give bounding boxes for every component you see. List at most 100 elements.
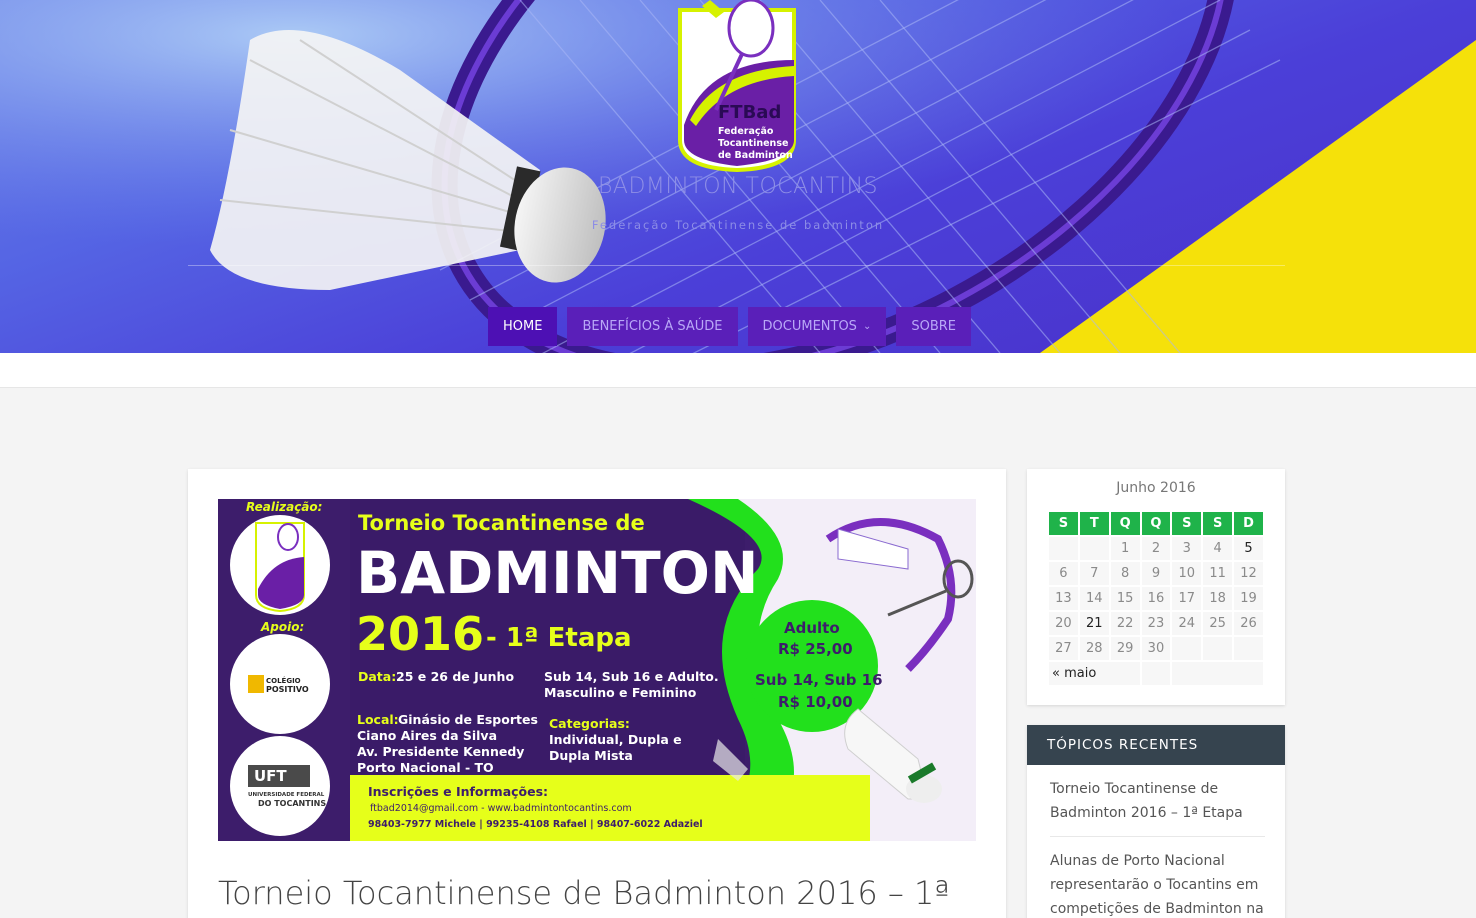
ftbad-logo[interactable]: FTBad Federação Tocantinense de Badminto… [676,0,798,172]
recent-posts-list: Torneio Tocantinense de Badminton 2016 –… [1050,777,1265,918]
calendar-day: 19 [1234,587,1263,610]
calendar-day: 26 [1234,612,1263,635]
site-tagline: Federação Tocantinense de badminton [591,218,885,232]
banner-contact-email: ftbad2014@gmail.com - www.badmintontocan… [370,803,632,814]
nav-item-beneficios[interactable]: BENEFÍCIOS À SAÚDE [567,307,738,346]
calendar-day: 13 [1049,587,1078,610]
calendar-day: 15 [1110,587,1140,610]
banner-local-4: Porto Nacional - TO [357,760,494,775]
banner-sponsor-uft-line1: UNIVERSIDADE FEDERAL [248,792,325,798]
calendar-empty-cell [1234,637,1263,660]
nav-item-label: HOME [503,319,543,334]
svg-text:Tocantinense: Tocantinense [718,138,788,149]
calendar-empty-cell [1172,637,1202,660]
banner-headline-1: Torneio Tocantinense de [358,511,645,535]
calendar-weekday: Q [1110,512,1140,535]
calendar-weekday: S [1049,512,1078,535]
calendar-day: 18 [1203,587,1233,610]
banner-sponsor-uft: UFT [254,767,287,785]
post-card: Realização: Apoio: COLÉGIO POSITIVO UFT … [188,469,1006,918]
calendar-weekday: S [1172,512,1202,535]
site-header: FTBad Federação Tocantinense de Badminto… [0,0,1476,353]
nav-item-documentos[interactable]: DOCUMENTOS ⌄ [747,307,887,346]
banner-headline-2: BADMINTON [356,539,759,607]
calendar-day: 7 [1079,562,1109,585]
calendar-day: 24 [1172,612,1202,635]
banner-headline-4: - 1ª Etapa [486,623,632,653]
calendar-table: STQQSSD 1 2 3 4 5 6 7 8 9 10 11 12 13 14 15 16 17 18 19 20 2… [1047,510,1265,687]
banner-price-adult-value: R$ 25,00 [778,640,853,658]
post-featured-image[interactable]: Realização: Apoio: COLÉGIO POSITIVO UFT … [218,499,976,841]
banner-categorias-1: Individual, Dupla e [549,732,682,747]
banner-categorias-label: Categorias: [549,716,630,731]
calendar-empty-cell [1203,637,1233,660]
calendar-prev-month-link[interactable]: « maio [1049,662,1140,685]
banner-apoio: Apoio: [261,620,305,634]
recent-post-link[interactable]: Alunas de Porto Nacional representarão o… [1050,849,1265,918]
calendar-day: 12 [1234,562,1263,585]
calendar-week-row: 27 28 29 30 [1049,637,1263,660]
banner-data-value: 25 e 26 de Junho [396,669,515,684]
banner-divisions-2: Masculino e Feminino [544,685,697,700]
calendar-weekday: Q [1141,512,1171,535]
banner-price-youth-label: Sub 14, Sub 16 [755,671,883,689]
calendar-weekday-row: STQQSSD [1049,512,1263,535]
banner-sponsor-uft-line2: DO TOCANTINS [258,799,327,808]
calendar-day: 4 [1203,537,1233,560]
calendar-weekday: T [1079,512,1109,535]
main-navigation: HOME BENEFÍCIOS À SAÚDE DOCUMENTOS ⌄ SOB… [488,307,971,346]
banner-local-3: Av. Presidente Kennedy [357,744,525,759]
calendar-nav-row: « maio [1049,662,1263,685]
calendar-day: 20 [1049,612,1078,635]
calendar-day: 25 [1203,612,1233,635]
calendar-day: 22 [1110,612,1140,635]
calendar-day: 29 [1110,637,1140,660]
recent-post-link[interactable]: Torneio Tocantinense de Badminton 2016 –… [1050,777,1265,837]
recent-posts-widget: TÓPICOS RECENTES Torneio Tocantinense de… [1027,725,1285,918]
calendar-week-row: 20 21 22 23 24 25 26 [1049,612,1263,635]
calendar-week-row: 13 14 15 16 17 18 19 [1049,587,1263,610]
calendar-day: 17 [1172,587,1202,610]
nav-item-label: SOBRE [911,319,956,334]
header-divider [188,265,1285,266]
calendar-weekday: D [1234,512,1263,535]
banner-headline-3: 2016 [356,607,485,661]
calendar-empty-cell [1049,537,1078,560]
banner-data-label: Data: [358,669,397,684]
nav-item-home[interactable]: HOME [488,307,558,346]
nav-item-sobre[interactable]: SOBRE [896,307,971,346]
calendar-day: 14 [1079,587,1109,610]
calendar-week-row: 6 7 8 9 10 11 12 [1049,562,1263,585]
calendar-day: 9 [1141,562,1171,585]
calendar-next-month-slot [1172,662,1263,685]
banner-local-1: Ginásio de Esportes [398,712,538,727]
calendar-empty-cell [1079,537,1109,560]
banner-categorias-2: Dupla Mista [549,748,633,763]
calendar-day: 3 [1172,537,1202,560]
svg-text:Federação: Federação [718,126,774,137]
calendar-day: 30 [1141,637,1171,660]
calendar-day-link[interactable]: 5 [1234,537,1263,560]
calendar-day: 1 [1110,537,1140,560]
header-bottom-band [0,353,1476,388]
nav-item-label: DOCUMENTOS [762,319,857,334]
calendar-day: 8 [1110,562,1140,585]
recent-posts-heading: TÓPICOS RECENTES [1027,725,1285,765]
calendar-day-link[interactable]: 21 [1079,612,1109,635]
calendar-day: 6 [1049,562,1078,585]
banner-price-adult-label: Adulto [784,619,840,637]
banner-sponsor-positivo: POSITIVO [266,685,309,694]
calendar-day: 16 [1141,587,1171,610]
calendar-caption: Junho 2016 [1116,480,1196,496]
banner-realizacao: Realização: [246,500,323,514]
banner-local-2: Ciano Aires da Silva [357,728,498,743]
calendar-weekday: S [1203,512,1233,535]
banner-sponsor-colegio: COLÉGIO [266,677,301,685]
calendar-week-row: 12345 [1049,537,1263,560]
svg-text:de Badminton: de Badminton [718,150,793,161]
site-title[interactable]: BADMINTON TOCANTINS [0,174,1476,199]
calendar-widget: Junho 2016 STQQSSD 1 2 3 4 5 6 7 8 9 10 11 12 13 14 15… [1027,469,1285,705]
post-title[interactable]: Torneio Tocantinense de Badminton 2016 –… [218,874,978,912]
banner-contact-phones: 98403-7977 Michele | 99235-4108 Rafael |… [368,819,703,830]
banner-price-youth-value: R$ 10,00 [778,693,853,711]
